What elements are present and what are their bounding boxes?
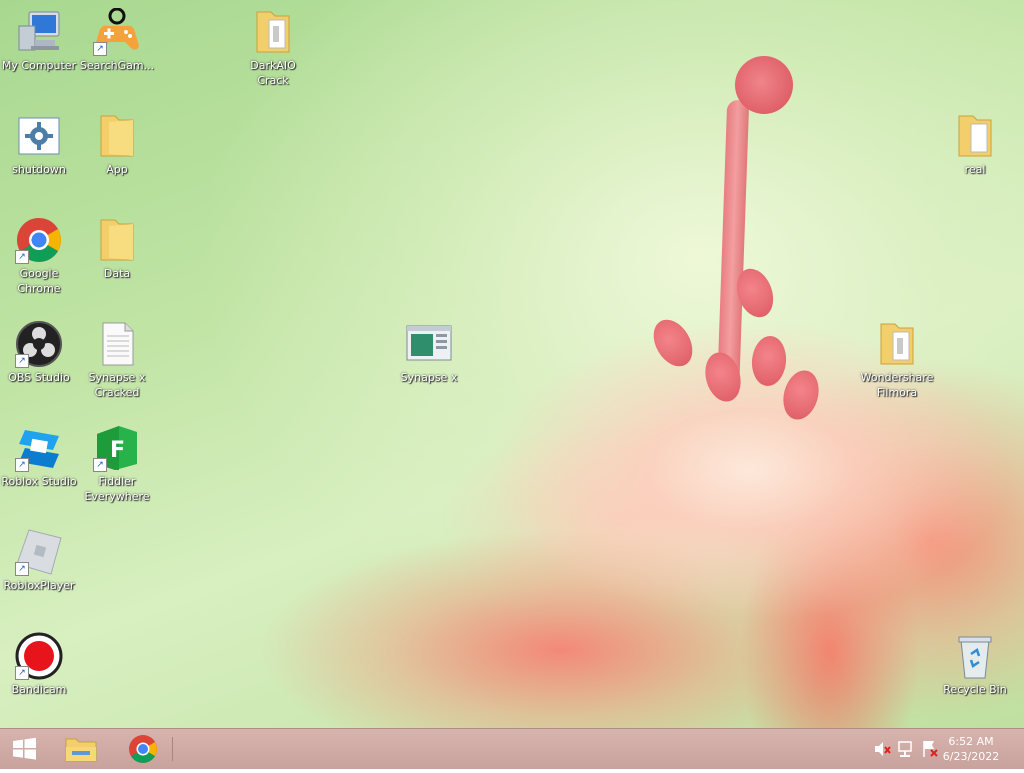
- desktop-icon-label: Fiddler Everywhere: [84, 475, 150, 503]
- desktop-icon-darkaio-crack[interactable]: DarkAIO Crack: [234, 8, 312, 88]
- clock-time: 6:52 AM: [948, 735, 994, 748]
- desktop-icon-recycle-bin[interactable]: Recycle Bin: [936, 632, 1014, 697]
- tray-network[interactable]: [896, 729, 916, 769]
- shortcut-arrow-icon: ↗: [15, 354, 29, 368]
- shortcut-arrow-icon: ↗: [15, 666, 29, 680]
- desktop-icon-label: DarkAIO Crack: [250, 59, 296, 87]
- desktop-icon-wondershare-filmora[interactable]: Wondershare Filmora: [858, 320, 936, 400]
- start-button[interactable]: [4, 731, 44, 767]
- computer-icon: [18, 11, 60, 51]
- desktop-icon-app[interactable]: App: [78, 112, 156, 177]
- tray-volume-muted[interactable]: [872, 729, 892, 769]
- window-app-icon: [406, 325, 452, 361]
- chrome-icon: [129, 735, 157, 763]
- desktop-icon-fiddler-everywhere[interactable]: F ↗ Fiddler Everywhere: [78, 424, 156, 504]
- desktop-icon-my-computer[interactable]: My Computer: [0, 8, 78, 73]
- desktop-icon-label: shutdown: [12, 163, 66, 176]
- desktop-icon-bandicam[interactable]: ↗ Bandicam: [0, 632, 78, 697]
- desktop-icon-label: OBS Studio: [8, 371, 70, 384]
- shortcut-arrow-icon: ↗: [93, 42, 107, 56]
- shortcut-arrow-icon: ↗: [93, 458, 107, 472]
- desktop-icon-label: real: [964, 163, 986, 176]
- shortcut-arrow-icon: ↗: [15, 250, 29, 264]
- desktop-icon-shutdown[interactable]: shutdown: [0, 112, 78, 177]
- desktop-icon-obs-studio[interactable]: ↗ OBS Studio: [0, 320, 78, 385]
- desktop-icon-data[interactable]: Data: [78, 216, 156, 281]
- folder-icon: [256, 11, 290, 53]
- desktop-icon-robloxplayer[interactable]: ↗ RobloxPlayer: [0, 528, 78, 593]
- wallpaper-anther: [645, 312, 701, 374]
- folder-icon: [100, 115, 134, 157]
- desktop-icon-label: App: [106, 163, 128, 176]
- shortcut-arrow-icon: ↗: [15, 562, 29, 576]
- clock-date: 6/23/2022: [942, 750, 1000, 763]
- desktop-icon-label: Synapse x: [400, 371, 458, 384]
- desktop-icon-label: RobloxPlayer: [3, 579, 75, 592]
- desktop[interactable]: My Computer ↗ SearchGam... DarkAIO Crack…: [0, 0, 1024, 728]
- windows-logo-icon: [13, 737, 36, 760]
- desktop-icon-label: Google Chrome: [17, 267, 61, 295]
- network-icon: [898, 741, 912, 757]
- recycle-bin-icon: [958, 636, 992, 679]
- wallpaper-pistil: [735, 56, 793, 114]
- taskbar: 6:52 AM 6/23/2022: [0, 728, 1024, 769]
- desktop-icon-label: Bandicam: [11, 683, 67, 696]
- taskbar-separator: [172, 737, 173, 761]
- desktop-icon-label: Synapse x Cracked: [88, 371, 146, 399]
- taskbar-chrome-button[interactable]: [120, 731, 166, 767]
- shortcut-arrow-icon: ↗: [15, 458, 29, 472]
- desktop-icon-label: My Computer: [1, 59, 77, 72]
- gear-icon: [18, 117, 60, 155]
- desktop-icon-searchgames[interactable]: ↗ SearchGam...: [78, 7, 156, 73]
- wallpaper-anther: [778, 366, 824, 424]
- desktop-icon-label: Recycle Bin: [943, 683, 1007, 696]
- speaker-muted-icon: [875, 742, 891, 756]
- desktop-icon-synapse-x[interactable]: Synapse x: [390, 320, 468, 385]
- taskbar-clock[interactable]: 6:52 AM 6/23/2022: [936, 734, 1006, 764]
- folder-icon: [958, 115, 992, 157]
- desktop-icon-label: Wondershare Filmora: [860, 371, 934, 399]
- desktop-icon-google-chrome[interactable]: ↗ Google Chrome: [0, 216, 78, 296]
- document-icon: [102, 322, 134, 366]
- folder-icon: [100, 219, 134, 261]
- folder-icon: [880, 323, 914, 365]
- desktop-icon-roblox-studio[interactable]: ↗ Roblox Studio: [0, 424, 78, 489]
- wallpaper-anther: [749, 334, 789, 388]
- taskbar-file-explorer-button[interactable]: [58, 731, 104, 767]
- desktop-icon-label: SearchGam...: [79, 59, 155, 72]
- desktop-icon-label: Roblox Studio: [1, 475, 77, 488]
- desktop-icon-label: Data: [103, 267, 131, 280]
- desktop-icon-synapse-x-cracked[interactable]: Synapse x Cracked: [78, 320, 156, 400]
- desktop-icon-real[interactable]: real: [936, 112, 1014, 177]
- file-explorer-icon: [65, 738, 97, 762]
- svg-text:F: F: [110, 438, 125, 463]
